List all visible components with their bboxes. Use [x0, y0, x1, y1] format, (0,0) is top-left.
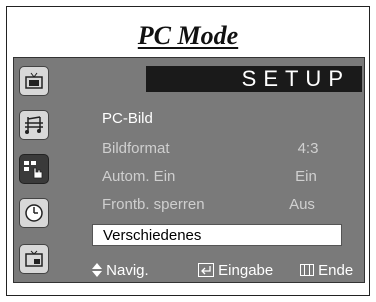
- autom-ein-value: Ein: [295, 168, 317, 185]
- hand-pointer-icon[interactable]: [19, 154, 49, 184]
- menu-icon: [300, 264, 314, 276]
- up-down-arrow-icon: [92, 263, 102, 277]
- setup-header: SETUP: [146, 66, 362, 92]
- enter-icon: [198, 263, 214, 277]
- tv-icon[interactable]: [19, 66, 49, 96]
- clock-icon[interactable]: [19, 198, 49, 228]
- verschiedenes-label: Verschiedenes: [103, 227, 202, 244]
- eingabe-label: Eingabe: [218, 262, 274, 279]
- music-note-icon[interactable]: [19, 110, 49, 140]
- menu-item-autom-ein[interactable]: Autom. Ein: [102, 168, 175, 185]
- pip-icon[interactable]: [19, 244, 49, 274]
- frontb-sperren-value: Aus: [289, 196, 315, 213]
- ende-hint: Ende: [300, 262, 353, 279]
- menu-item-pc-bild[interactable]: PC-Bild: [102, 110, 153, 127]
- page-title: PC Mode: [137, 21, 239, 50]
- bildformat-value: 4:3: [297, 140, 319, 157]
- menu-item-frontb-sperren[interactable]: Frontb. sperren: [102, 196, 205, 213]
- osd-screen: SETUP PC-Bild Bildformat 4:3 Autom. Ein …: [13, 57, 365, 283]
- ende-label: Ende: [318, 262, 354, 279]
- navig-label: Navig.: [106, 262, 149, 279]
- pc-mode-frame: PC Mode SETUP PC-Bild Bildformat 4:3 Aut…: [6, 6, 370, 296]
- setup-label: SETUP: [241, 66, 350, 91]
- eingabe-hint: Eingabe: [198, 262, 273, 279]
- menu-item-verschiedenes[interactable]: Verschiedenes: [92, 224, 342, 246]
- menu-item-bildformat[interactable]: Bildformat: [102, 140, 170, 157]
- sidebar: [14, 58, 54, 282]
- footer: Navig. Eingabe Ende: [92, 262, 364, 280]
- navig-hint: Navig.: [92, 262, 149, 279]
